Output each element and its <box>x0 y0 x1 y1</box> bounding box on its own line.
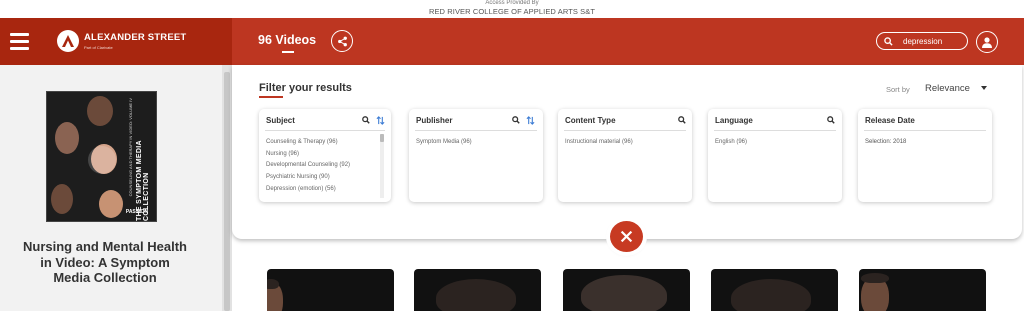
share-icon <box>337 36 347 46</box>
facet-divider <box>265 130 385 131</box>
play-icon <box>88 146 116 174</box>
brand-subtitle: Part of Clarivate <box>84 45 113 50</box>
caret-down-icon[interactable] <box>981 86 987 90</box>
facet-divider <box>864 130 986 131</box>
institution-name: RED RIVER COLLEGE OF APPLIED ARTS S&T <box>428 7 596 16</box>
facet-release-date: Release Date Selection: 2018 <box>858 109 992 202</box>
sort-icon[interactable] <box>376 116 385 125</box>
thumbnail-person <box>731 279 811 311</box>
share-button[interactable] <box>331 30 353 52</box>
active-tab-indicator <box>282 51 294 53</box>
facet-scrollbar[interactable] <box>380 134 384 198</box>
facet-list: English (96) <box>715 137 747 149</box>
facet-divider <box>415 130 537 131</box>
cover-badge: PASSION <box>125 209 148 215</box>
cover-face <box>87 96 113 126</box>
sort-by-label: Sort by <box>886 85 910 94</box>
thumbnail-hair <box>861 273 889 283</box>
facet-option[interactable]: Counseling & Therapy (96) <box>266 137 350 149</box>
alexander-street-logo-icon[interactable] <box>57 30 79 52</box>
video-thumbnail[interactable] <box>414 269 541 311</box>
facet-title: Release Date <box>865 116 915 125</box>
facet-divider <box>564 130 686 131</box>
search-field[interactable]: depression <box>876 32 968 50</box>
facet-list: Symptom Media (96) <box>416 137 472 149</box>
facet-title: Content Type <box>565 116 616 125</box>
facet-language: Language English (96) <box>708 109 842 202</box>
cover-subtitle: COUNSELING AND THERAPY IN VIDEO: VOLUME … <box>128 98 133 197</box>
filter-panel: Filter your results Sort by Relevance Su… <box>232 65 1022 239</box>
search-icon[interactable] <box>827 116 835 124</box>
facet-list: Instructional material (96) <box>565 137 633 149</box>
hamburger-icon[interactable] <box>10 33 29 50</box>
access-banner: Access Provided By RED RIVER COLLEGE OF … <box>0 0 1024 18</box>
cover-title: THE SYMPTOM MEDIA COLLECTION <box>136 140 150 221</box>
video-thumbnail[interactable] <box>859 269 986 311</box>
collection-cover-image[interactable]: THE SYMPTOM MEDIA COLLECTION COUNSELING … <box>46 91 157 222</box>
facet-title: Subject <box>266 116 295 125</box>
facet-publisher: Publisher Symptom Media (96) <box>409 109 543 202</box>
close-filter-button[interactable] <box>610 221 643 252</box>
facet-option[interactable]: Depression (emotion) (56) <box>266 184 350 196</box>
facet-list: Counseling & Therapy (96) Nursing (96) D… <box>266 137 350 196</box>
access-provided-by: Access Provided By <box>485 0 539 6</box>
sidebar-scrollbar-thumb[interactable] <box>224 72 230 311</box>
thumbnail-person <box>581 275 667 311</box>
video-thumbnail[interactable] <box>563 269 690 311</box>
filter-title-underline <box>259 96 283 98</box>
facet-scrollbar-thumb[interactable] <box>380 134 384 142</box>
sort-icon[interactable] <box>526 116 535 125</box>
search-icon[interactable] <box>512 116 520 124</box>
videos-count-tab[interactable]: 96 Videos <box>258 33 316 47</box>
sort-by-select[interactable]: Relevance <box>925 83 970 94</box>
facet-option[interactable]: Psychiatric Nursing (90) <box>266 172 350 184</box>
facet-option[interactable]: Symptom Media (96) <box>416 137 472 149</box>
close-icon <box>620 230 633 243</box>
search-icon[interactable] <box>678 116 686 124</box>
collection-title: Nursing and Mental Health in Video: A Sy… <box>23 239 187 285</box>
filter-title: Filter your results <box>259 82 352 94</box>
search-icon[interactable] <box>362 116 370 124</box>
facet-selection[interactable]: Selection: 2018 <box>865 137 906 149</box>
facet-title: Language <box>715 116 753 125</box>
top-nav-bar: ALEXANDER STREET Part of Clarivate 96 Vi… <box>0 18 1024 65</box>
thumbnail-hair <box>267 279 279 289</box>
brand-area: ALEXANDER STREET Part of Clarivate <box>0 18 232 65</box>
facet-title: Publisher <box>416 116 453 125</box>
facet-subject: Subject Counseling & Therapy (96) Nursin… <box>259 109 391 202</box>
cover-face <box>99 190 123 218</box>
facet-option[interactable]: Instructional material (96) <box>565 137 633 149</box>
user-account-button[interactable] <box>976 31 998 53</box>
facet-option[interactable]: Nursing (96) <box>266 149 350 161</box>
cover-face <box>51 184 73 214</box>
facet-option[interactable]: Developmental Counseling (92) <box>266 160 350 172</box>
facet-list: Selection: 2018 <box>865 137 906 149</box>
thumbnail-person <box>436 279 516 311</box>
search-icon[interactable] <box>884 36 893 46</box>
facet-option[interactable]: English (96) <box>715 137 747 149</box>
user-icon <box>982 37 992 48</box>
facet-content-type: Content Type Instructional material (96) <box>558 109 692 202</box>
facet-divider <box>714 130 836 131</box>
brand-name[interactable]: ALEXANDER STREET <box>84 33 186 43</box>
search-input-value[interactable]: depression <box>903 37 942 46</box>
video-thumbnail[interactable] <box>711 269 838 311</box>
cover-face <box>55 122 79 154</box>
video-thumbnail[interactable] <box>267 269 394 311</box>
